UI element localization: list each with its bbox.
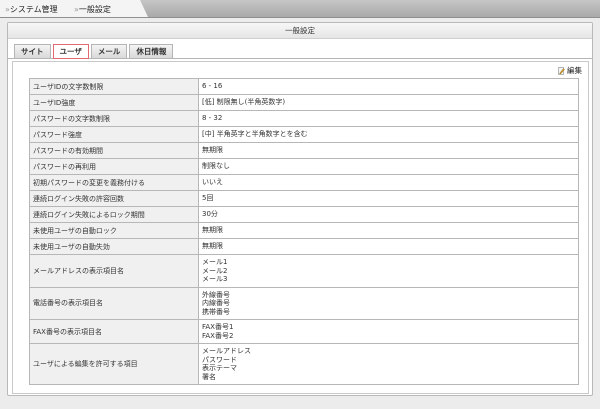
setting-value: 8 - 32: [198, 110, 579, 127]
setting-value-line: 携帯番号: [202, 307, 230, 316]
table-row: ユーザIDの文字数制限 6 - 16: [29, 78, 579, 95]
setting-label: パスワードの有効期間: [29, 142, 199, 159]
setting-value: 外線番号 内線番号 携帯番号: [198, 286, 579, 320]
setting-value-line: 5回: [202, 194, 214, 203]
setting-label: 未使用ユーザの自動ロック: [29, 222, 199, 239]
table-row: パスワードの文字数制限 8 - 32: [29, 110, 579, 127]
setting-label: 未使用ユーザの自動失効: [29, 238, 199, 255]
setting-value-line: 署名: [202, 372, 216, 381]
tab-bar: サイト ユーザ メール 休日情報: [8, 43, 592, 59]
table-row: パスワードの再利用 制限なし: [29, 158, 579, 175]
setting-value-line: [低] 制限無し(半角英数字): [202, 98, 286, 107]
table-row: ユーザによる編集を許可する項目 メールアドレス パスワード 表示テーマ 署名: [29, 343, 579, 385]
setting-value: 30分: [198, 206, 579, 223]
panel-title: 一般設定: [8, 23, 592, 39]
setting-value: 無期限: [198, 238, 579, 255]
table-row: 連続ログイン失敗の許容回数 5回: [29, 190, 579, 207]
setting-value-line: メール2: [202, 266, 228, 275]
table-row: ユーザID強度 [低] 制限無し(半角英数字): [29, 94, 579, 111]
setting-value-line: パスワード: [202, 355, 237, 364]
tab-user[interactable]: ユーザ: [52, 44, 89, 59]
setting-value-line: メール1: [202, 258, 228, 266]
setting-value-line: 内線番号: [202, 299, 230, 307]
setting-label: 連続ログイン失敗の許容回数: [29, 190, 199, 207]
setting-label: パスワードの文字数制限: [29, 110, 199, 127]
setting-value-line: メール3: [202, 275, 228, 283]
breadcrumb-label: 一般設定: [78, 5, 111, 14]
setting-label: 連続ログイン失敗によるロック期間: [29, 206, 199, 223]
setting-label: 電話番号の表示項目名: [29, 286, 199, 320]
settings-table: ユーザIDの文字数制限 6 - 16 ユーザID強度 [低] 制限無し(半角英数字) パ…: [29, 78, 579, 385]
setting-value-line: 表示テーマ: [202, 364, 237, 372]
setting-value-line: 制限なし: [202, 162, 230, 171]
tab-holiday-info[interactable]: 休日情報: [129, 44, 174, 58]
breadcrumb-item-system-admin[interactable]: » システム管理: [5, 4, 58, 15]
setting-value-line: 8 - 32: [202, 114, 223, 123]
setting-value-line: FAX番号1: [202, 323, 234, 331]
setting-value-line: 外線番号: [202, 290, 230, 299]
table-row: 電話番号の表示項目名 外線番号 内線番号 携帯番号: [29, 286, 579, 320]
setting-label: 初期パスワードの変更を義務付ける: [29, 174, 199, 191]
setting-label: FAX番号の表示項目名: [29, 319, 199, 344]
setting-value: [中] 半角英字と半角数字とを含む: [198, 126, 579, 143]
setting-value-line: 無期限: [202, 146, 223, 155]
setting-value-line: 無期限: [202, 242, 223, 251]
setting-value: [低] 制限無し(半角英数字): [198, 94, 579, 111]
setting-value-line: [中] 半角英字と半角数字とを含む: [202, 130, 308, 139]
tab-content: 編集 ユーザIDの文字数制限 6 - 16 ユーザID強度 [低] 制限無し(半角英数…: [12, 61, 589, 394]
breadcrumb-item-general-settings: » 一般設定: [74, 4, 111, 15]
settings-panel: 一般設定 サイト ユーザ メール 休日情報 編集 ユーザIDの文字数制限 6 - …: [7, 22, 593, 396]
table-row: メールアドレスの表示項目名 メール1 メール2 メール3: [29, 254, 579, 288]
setting-label: ユーザIDの文字数制限: [29, 78, 199, 95]
setting-value: 6 - 16: [198, 78, 579, 95]
setting-label: パスワード強度: [29, 126, 199, 143]
setting-value-line: FAX番号2: [202, 331, 234, 340]
setting-value: 無期限: [198, 222, 579, 239]
table-row: 連続ログイン失敗によるロック期間 30分: [29, 206, 579, 223]
setting-label: ユーザID強度: [29, 94, 199, 111]
setting-value: 5回: [198, 190, 579, 207]
table-row: 初期パスワードの変更を義務付ける いいえ: [29, 174, 579, 191]
edit-link[interactable]: 編集: [558, 65, 582, 76]
setting-label: ユーザによる編集を許可する項目: [29, 343, 199, 385]
table-row: パスワード強度 [中] 半角英字と半角数字とを含む: [29, 126, 579, 143]
setting-value: FAX番号1 FAX番号2: [198, 319, 579, 344]
tab-mail[interactable]: メール: [90, 44, 128, 58]
setting-label: メールアドレスの表示項目名: [29, 254, 199, 288]
setting-value: メールアドレス パスワード 表示テーマ 署名: [198, 343, 579, 385]
setting-value-line: 無期限: [202, 226, 223, 235]
table-row: パスワードの有効期間 無期限: [29, 142, 579, 159]
edit-label: 編集: [567, 66, 582, 75]
setting-value: メール1 メール2 メール3: [198, 254, 579, 288]
setting-value-line: いいえ: [202, 178, 223, 187]
setting-value: いいえ: [198, 174, 579, 191]
breadcrumb-label: システム管理: [9, 5, 58, 14]
setting-value-line: 30分: [202, 210, 218, 219]
table-row: FAX番号の表示項目名 FAX番号1 FAX番号2: [29, 319, 579, 344]
setting-value-line: メールアドレス: [202, 347, 251, 355]
pencil-icon: [558, 66, 565, 75]
setting-value: 無期限: [198, 142, 579, 159]
double-chevron-right-icon: »: [74, 5, 79, 14]
tab-site[interactable]: サイト: [14, 44, 51, 58]
setting-value-line: 6 - 16: [202, 82, 223, 91]
breadcrumb-bar: » システム管理 » 一般設定: [0, 0, 600, 18]
double-chevron-right-icon: »: [5, 5, 10, 14]
setting-value: 制限なし: [198, 158, 579, 175]
table-row: 未使用ユーザの自動失効 無期限: [29, 238, 579, 255]
table-row: 未使用ユーザの自動ロック 無期限: [29, 222, 579, 239]
setting-label: パスワードの再利用: [29, 158, 199, 175]
